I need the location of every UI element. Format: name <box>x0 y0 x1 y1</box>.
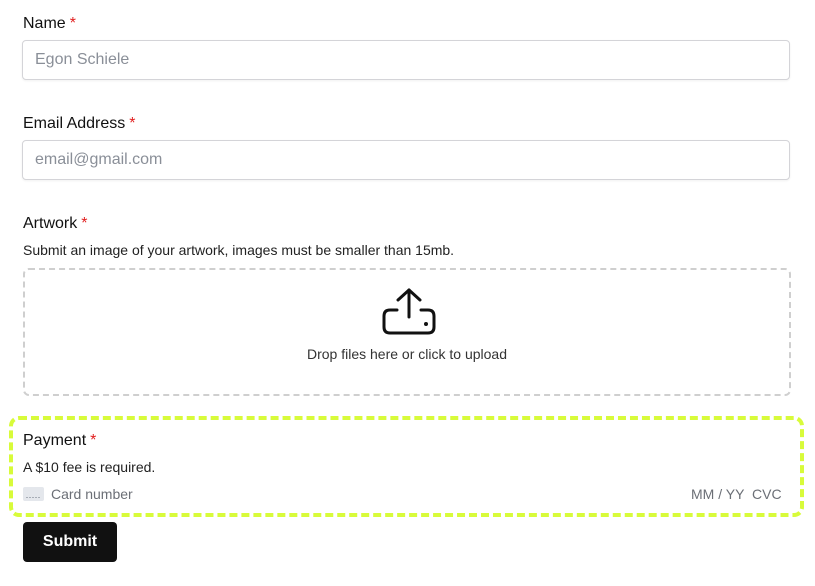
card-expiry-field[interactable]: MM / YY <box>691 486 744 502</box>
required-asterisk: * <box>81 215 88 232</box>
required-asterisk: * <box>90 432 97 449</box>
artwork-help-text: Submit an image of your artwork, images … <box>23 242 455 258</box>
dropzone-text: Drop files here or click to upload <box>307 346 507 362</box>
name-label: Name * <box>23 15 76 33</box>
payment-help-text: A $10 fee is required. <box>23 459 156 475</box>
artwork-label-text: Artwork <box>23 215 78 232</box>
required-asterisk: * <box>129 115 136 132</box>
artwork-label: Artwork * <box>23 215 87 233</box>
email-input[interactable] <box>22 140 790 180</box>
payment-label: Payment * <box>23 432 96 450</box>
upload-icon <box>382 288 436 335</box>
email-label-text: Email Address <box>23 115 126 132</box>
name-label-text: Name <box>23 15 66 32</box>
card-number-field[interactable]: Card number <box>51 486 133 502</box>
credit-card-icon <box>23 487 44 501</box>
required-asterisk: * <box>69 15 76 32</box>
card-input[interactable]: Card number MM / YY CVC <box>23 484 783 504</box>
submit-button[interactable]: Submit <box>23 522 117 562</box>
artwork-dropzone[interactable]: Drop files here or click to upload <box>23 268 791 396</box>
name-input[interactable] <box>22 40 790 80</box>
payment-label-text: Payment <box>23 432 87 449</box>
card-cvc-field[interactable]: CVC <box>752 486 782 502</box>
email-label: Email Address * <box>23 115 136 133</box>
